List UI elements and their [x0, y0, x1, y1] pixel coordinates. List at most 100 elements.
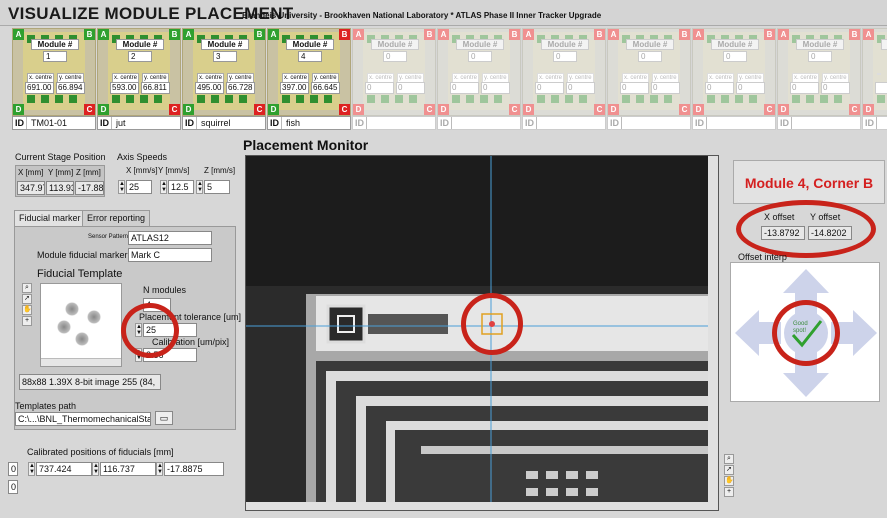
corner-d-indicator: D [353, 104, 364, 115]
corner-a-indicator: A [183, 29, 194, 40]
speed-z-stepper[interactable]: ▲ ▼ [196, 180, 203, 194]
cal-y-value[interactable]: 116.737 [100, 462, 156, 476]
magnifier-icon[interactable]: ⌕ [22, 283, 32, 293]
camera-view[interactable] [245, 155, 719, 511]
module-number-label: Module # [116, 39, 164, 50]
module-id-field[interactable]: ID [522, 116, 606, 130]
module-number-value[interactable]: 0 [383, 51, 407, 62]
crosshair-icon[interactable]: + [724, 487, 734, 497]
module-id-field[interactable]: ID TM01-01 [12, 116, 96, 130]
arrow-icon[interactable]: ➚ [22, 294, 32, 304]
corner-b-indicator: B [849, 29, 860, 40]
fiducial-marker-select[interactable]: Mark C [128, 248, 212, 262]
speed-x-input[interactable]: 25 [126, 180, 152, 194]
tab-error-reporting[interactable]: Error reporting [82, 210, 151, 226]
cal-z-stepper[interactable]: ▲ ▼ [156, 462, 163, 476]
template-blob [65, 302, 79, 316]
y-centre-value: 66.645 [311, 82, 340, 94]
module-number-label: Module # [456, 39, 504, 50]
corner-d-indicator: D [693, 104, 704, 115]
module-number-value[interactable]: 4 [298, 51, 322, 62]
stage-z-label: Z [mm] [76, 168, 101, 177]
sensor-pattern-select[interactable]: ATLAS12 [128, 231, 212, 245]
x-centre-value: 0 [620, 82, 649, 94]
arrow-icon[interactable]: ➚ [724, 465, 734, 475]
module-id-field[interactable]: ID [607, 116, 691, 130]
corner-c-indicator: C [169, 104, 180, 115]
fiducial-template-title: Fiducial Template [37, 268, 123, 280]
x-centre-value: 0 [535, 82, 564, 94]
module-number-value[interactable]: 0 [808, 51, 832, 62]
module-number-value[interactable]: 0 [553, 51, 577, 62]
module-tile[interactable]: A B D C Module # 3 x. centre y. centre 4… [182, 28, 266, 116]
x-centre-value: 691.00 [25, 82, 54, 94]
calibrated-index-2[interactable]: 0 [8, 480, 18, 494]
y-centre-value: 0 [821, 82, 850, 94]
module-number-value[interactable]: 1 [43, 51, 67, 62]
module-id-field[interactable]: ID [352, 116, 436, 130]
id-label: ID [98, 117, 112, 129]
speed-y-stepper[interactable]: ▲ ▼ [160, 180, 167, 194]
corner-c-indicator: C [849, 104, 860, 115]
module-id-field[interactable]: ID [437, 116, 521, 130]
module-number-value[interactable]: 0 [468, 51, 492, 62]
corner-b-indicator: B [254, 29, 265, 40]
corner-a-indicator: A [523, 29, 534, 40]
image-info: 88x88 1.39X 8-bit image 255 (84, [19, 374, 161, 390]
module-number-value[interactable]: 2 [128, 51, 152, 62]
folder-icon[interactable]: ▭ [155, 411, 173, 425]
module-id-field[interactable]: ID [777, 116, 861, 130]
module-tile[interactable]: A B D C Module # 0 x. centre y. centre 0… [437, 28, 521, 116]
monitor-title: Placement Monitor [243, 137, 369, 153]
module-id-field[interactable]: ID fish [267, 116, 351, 130]
module-tile[interactable]: A B D C Module # 0 x. centre y. centre 0… [692, 28, 776, 116]
module-number-label: Module # [711, 39, 759, 50]
cal-x-stepper[interactable]: ▲ ▼ [28, 462, 35, 476]
templates-path-input[interactable]: C:\...\BNL_ThermomechanicalStave [15, 412, 151, 426]
module-number-value[interactable]: 0 [723, 51, 747, 62]
cal-z-value[interactable]: -17.8875 [164, 462, 224, 476]
hand-icon[interactable]: ✋ [724, 476, 734, 486]
module-id-field[interactable]: ID [862, 116, 887, 130]
module-tile[interactable]: A B D C Module # 2 x. centre y. centre 5… [97, 28, 181, 116]
module-number-label: Module # [796, 39, 844, 50]
stage-y-value: 113.93 [46, 181, 74, 195]
module-number-value[interactable]: 3 [213, 51, 237, 62]
x-centre-value: 397.00 [280, 82, 309, 94]
id-label: ID [778, 117, 792, 129]
module-id-field[interactable]: ID jut [97, 116, 181, 130]
module-id-field[interactable]: ID [692, 116, 776, 130]
module-tile[interactable]: A B D C M [862, 28, 887, 116]
speed-x-stepper[interactable]: ▲ ▼ [118, 180, 125, 194]
zoom-icon[interactable]: ⌕ [724, 454, 734, 464]
calibrated-index[interactable]: 0 [8, 462, 18, 476]
speed-z-input[interactable]: 5 [204, 180, 230, 194]
x-centre-label [877, 73, 881, 75]
module-bond-row [27, 95, 81, 103]
calibrated-title: Calibrated positions of fiducials [mm] [27, 447, 174, 457]
cal-y-stepper[interactable]: ▲ ▼ [92, 462, 99, 476]
crosshair-icon[interactable]: + [22, 316, 32, 326]
module-bond-row [707, 95, 761, 103]
template-scrollbar[interactable] [41, 358, 121, 366]
y-centre-value: 0 [481, 82, 510, 94]
cal-x-value[interactable]: 737.424 [36, 462, 92, 476]
id-label: ID [523, 117, 537, 129]
module-number-value[interactable]: 0 [638, 51, 662, 62]
corner-a-indicator: A [98, 29, 109, 40]
module-number-label: Module # [286, 39, 334, 50]
module-tile[interactable]: A B D C Module # 0 x. centre y. centre 0… [352, 28, 436, 116]
offset-interp-label: Offset interp [738, 252, 787, 262]
y-centre-value: 66.894 [56, 82, 85, 94]
module-id-field[interactable]: ID squirrel [182, 116, 266, 130]
y-centre-value: 0 [566, 82, 595, 94]
module-tile[interactable]: A B D C Module # 0 x. centre y. centre 0… [522, 28, 606, 116]
module-tile[interactable]: A B D C Module # 0 x. centre y. centre 0… [777, 28, 861, 116]
speed-y-input[interactable]: 12.5 [168, 180, 194, 194]
module-tile[interactable]: A B D C Module # 0 x. centre y. centre 0… [607, 28, 691, 116]
module-tile[interactable]: A B D C Module # 4 x. centre y. centre 3… [267, 28, 351, 116]
corner-d-indicator: D [608, 104, 619, 115]
hand-icon[interactable]: ✋ [22, 305, 32, 315]
tab-fiducial-marker[interactable]: Fiducial marker [14, 210, 86, 226]
module-tile[interactable]: A B D C Module # 1 x. centre y. centre 6… [12, 28, 96, 116]
